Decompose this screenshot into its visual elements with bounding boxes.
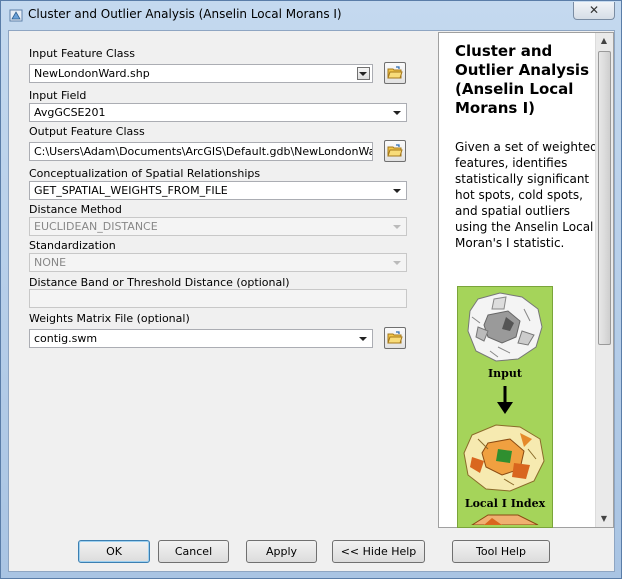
help-diagram: Input Local I Index [457,286,553,528]
window-title: Cluster and Outlier Analysis (Anselin Lo… [28,7,342,21]
conceptualization-value: GET_SPATIAL_WEIGHTS_FROM_FILE [34,184,228,197]
chevron-down-icon [393,189,401,193]
weights-matrix-combo[interactable]: contig.swm [29,329,373,348]
output-feature-class-input[interactable]: C:\Users\Adam\Documents\ArcGIS\Default.g… [29,142,373,161]
weights-matrix-label: Weights Matrix File (optional) [29,312,190,325]
standardization-dropdown: NONE [29,253,407,272]
chevron-down-icon [393,225,401,229]
open-folder-icon [387,144,403,157]
toolbox-tool-icon [9,9,23,22]
distance-method-dropdown: EUCLIDEAN_DISTANCE [29,217,407,236]
hide-help-button[interactable]: << Hide Help [332,540,425,563]
open-folder-icon [387,66,403,79]
input-feature-class-value: NewLondonWard.shp [34,67,150,80]
output-feature-class-value: C:\Users\Adam\Documents\ArcGIS\Default.g… [34,145,372,158]
input-map-image [467,292,543,362]
conceptualization-label: Conceptualization of Spatial Relationshi… [29,167,261,180]
conceptualization-dropdown[interactable]: GET_SPATIAL_WEIGHTS_FROM_FILE [29,181,407,200]
distance-band-input [29,289,407,308]
output-feature-class-label: Output Feature Class [29,125,145,138]
weights-matrix-value: contig.swm [34,332,98,345]
input-field-value: AvgGCSE201 [34,106,106,119]
chevron-down-icon [393,111,401,115]
help-title: Cluster and Outlier Analysis (Anselin Lo… [455,42,590,117]
tool-help-button[interactable]: Tool Help [452,540,550,563]
title-bar[interactable]: Cluster and Outlier Analysis (Anselin Lo… [1,1,621,29]
scroll-thumb[interactable] [598,51,611,345]
help-scrollbar[interactable]: ▲ ▼ [595,33,613,527]
apply-button[interactable]: Apply [246,540,317,563]
open-folder-icon [387,331,403,344]
browse-weights-button[interactable] [384,327,406,349]
distance-method-label: Distance Method [29,203,122,216]
help-description: Given a set of weighted features, identi… [455,140,598,250]
input-feature-class-combo[interactable]: NewLondonWard.shp [29,64,373,83]
browse-input-button[interactable] [384,62,406,84]
scroll-up-icon[interactable]: ▲ [596,33,612,49]
standardization-label: Standardization [29,239,116,252]
scroll-down-icon[interactable]: ▼ [596,511,612,527]
browse-output-button[interactable] [384,140,406,162]
chevron-down-icon [359,337,367,341]
chevron-down-icon[interactable] [357,67,370,80]
input-field-label: Input Field [29,89,87,102]
button-bar: OK Cancel Apply << Hide Help Tool Help [10,531,613,571]
arrow-down-icon [497,386,513,414]
chevron-down-icon [393,261,401,265]
tool-dialog-window: Cluster and Outlier Analysis (Anselin Lo… [0,0,622,579]
input-feature-class-label: Input Feature Class [29,47,135,60]
distance-band-label: Distance Band or Threshold Distance (opt… [29,276,290,289]
distance-method-value: EUCLIDEAN_DISTANCE [34,220,158,233]
dialog-client-area: Input Feature Class NewLondonWard.shp In… [8,30,615,572]
local-i-map-image [463,424,545,492]
diagram-output-label: Local I Index [464,497,546,510]
input-field-dropdown[interactable]: AvgGCSE201 [29,103,407,122]
help-panel: Cluster and Outlier Analysis (Anselin Lo… [438,32,614,528]
cancel-button[interactable]: Cancel [158,540,229,563]
ok-button[interactable]: OK [78,540,150,563]
parameters-panel: Input Feature Class NewLondonWard.shp In… [10,32,435,528]
map-preview-image [471,514,539,525]
close-button[interactable]: ✕ [573,2,615,20]
standardization-value: NONE [34,256,67,269]
diagram-input-label: Input [488,367,522,380]
